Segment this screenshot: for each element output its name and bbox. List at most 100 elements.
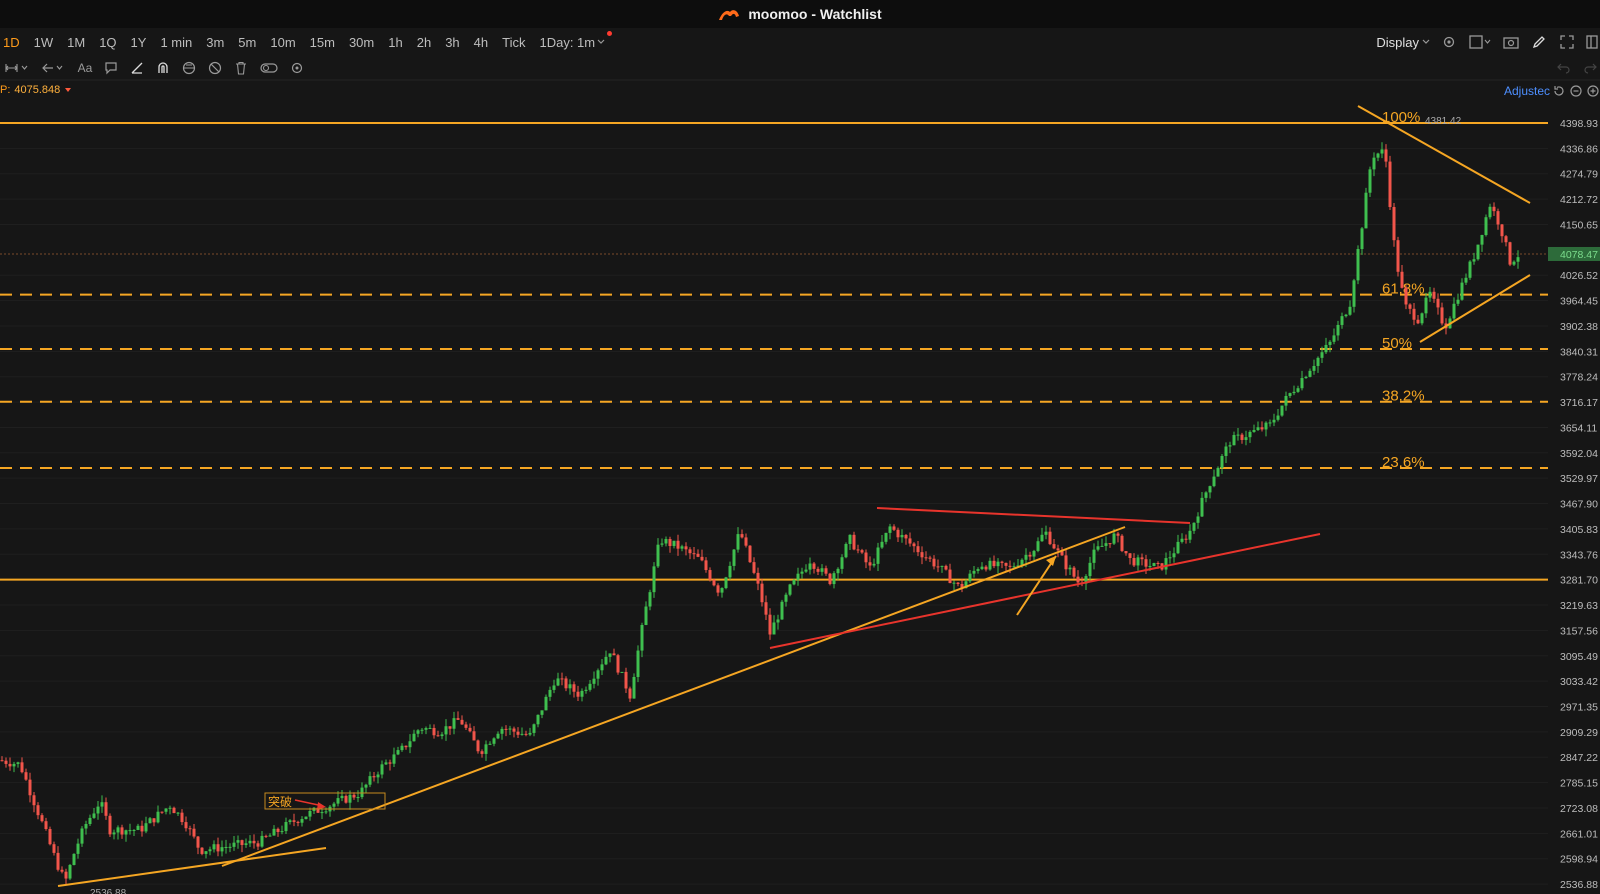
back-arrow-icon[interactable]	[40, 59, 68, 77]
candle-body	[96, 806, 100, 814]
zoom-controls	[1552, 84, 1600, 98]
candle-body	[116, 827, 120, 833]
tab-2h[interactable]: 2h	[410, 35, 438, 50]
candle-body	[1104, 543, 1108, 546]
candle-body	[432, 727, 436, 736]
text-tool-icon[interactable]: Aa	[76, 59, 94, 77]
candle-body	[932, 558, 936, 567]
candle-body	[1092, 549, 1096, 563]
tab-1min[interactable]: 1 min	[153, 35, 199, 50]
tab-1d[interactable]: 1D	[0, 35, 27, 50]
candle-body	[556, 678, 560, 686]
interval-dropdown[interactable]: 1Day: 1m	[532, 30, 613, 50]
candle-body	[860, 550, 864, 553]
candle-body	[632, 676, 636, 699]
redo-icon[interactable]	[1582, 59, 1600, 77]
pencil-icon[interactable]	[1530, 33, 1548, 51]
trash-icon[interactable]	[232, 59, 250, 77]
measure-icon[interactable]	[4, 59, 32, 77]
price-tick: 3281.70	[1560, 575, 1598, 587]
candle-body	[404, 745, 408, 748]
tab-1q[interactable]: 1Q	[92, 35, 123, 50]
candle-body	[20, 762, 24, 773]
tab-10m[interactable]: 10m	[263, 35, 302, 50]
candle-body	[168, 807, 172, 809]
lock-drawings-icon[interactable]	[180, 59, 198, 77]
candle-body	[1360, 228, 1364, 250]
candle-body	[872, 563, 876, 566]
zoom-in-icon[interactable]	[1586, 84, 1600, 98]
candle-body	[216, 844, 220, 852]
undo-icon[interactable]	[1554, 59, 1572, 77]
visibility-icon[interactable]	[258, 59, 280, 77]
side-panel-icon[interactable]	[1586, 33, 1598, 51]
chevron-down-icon	[597, 39, 605, 44]
candle-body	[624, 671, 628, 689]
candle-body	[92, 813, 96, 818]
candle-body	[1316, 357, 1320, 366]
price-tick: 2661.01	[1560, 828, 1598, 840]
tab-1m[interactable]: 1M	[60, 35, 92, 50]
tab-30m[interactable]: 30m	[342, 35, 381, 50]
tab-4h[interactable]: 4h	[467, 35, 495, 50]
drawing-settings-icon[interactable]	[288, 59, 306, 77]
price-tick: 3964.45	[1560, 296, 1598, 308]
tab-3m[interactable]: 3m	[199, 35, 231, 50]
hide-drawings-icon[interactable]	[206, 59, 224, 77]
layout-square-icon[interactable]	[1468, 33, 1492, 51]
tab-3h[interactable]: 3h	[438, 35, 466, 50]
horizontal-levels: 100% 61.8% 50% 38.2% 23.6%	[0, 109, 1548, 581]
tab-tick[interactable]: Tick	[495, 35, 532, 50]
notification-dot	[607, 30, 613, 36]
candle-body	[708, 570, 712, 580]
price-tick: 3529.97	[1560, 473, 1598, 485]
breakout-arrow	[1016, 555, 1057, 616]
candle-body	[120, 827, 124, 835]
fullscreen-icon[interactable]	[1558, 33, 1576, 51]
candle-body	[172, 807, 176, 814]
candle-body	[516, 731, 520, 735]
candle-body	[380, 764, 384, 775]
zoom-out-icon[interactable]	[1569, 84, 1583, 98]
display-button[interactable]: Display	[1376, 35, 1430, 50]
tab-5m[interactable]: 5m	[231, 35, 263, 50]
price-tick: 3902.38	[1560, 321, 1598, 333]
candle-body	[492, 738, 496, 744]
adjust-button[interactable]: Adjustec	[1504, 84, 1550, 98]
candle-body	[108, 815, 112, 835]
trendline-red-resistance	[876, 507, 1191, 524]
moomoo-logo-icon	[719, 10, 740, 20]
candle-body	[344, 795, 348, 803]
price-tick: 3405.83	[1560, 524, 1598, 536]
settings-gear-icon[interactable]	[1440, 33, 1458, 51]
candle-body	[1000, 561, 1004, 563]
candle-body	[248, 840, 252, 844]
candle-body	[236, 840, 240, 843]
candle-body	[160, 811, 164, 813]
candle-body	[1268, 422, 1272, 424]
trendline-icon[interactable]	[128, 59, 146, 77]
tab-1w[interactable]: 1W	[27, 35, 61, 50]
candle-body	[1164, 558, 1168, 570]
tab-15m[interactable]: 15m	[303, 35, 342, 50]
candle-body	[88, 817, 92, 825]
candle-body	[412, 733, 416, 742]
candlestick-chart[interactable]: 100%61.8%50%38.2%23.6% 突破4381.422536.88 …	[0, 0, 1600, 894]
candle-body	[460, 719, 464, 725]
annotation-box	[264, 792, 386, 810]
candle-body	[1468, 261, 1472, 278]
fib-label: 100%	[1382, 109, 1420, 126]
comment-icon[interactable]	[102, 59, 120, 77]
tab-1y[interactable]: 1Y	[124, 35, 154, 50]
candle-body	[376, 774, 380, 778]
candle-body	[180, 812, 184, 823]
camera-icon[interactable]	[1502, 33, 1520, 51]
candle-body	[604, 656, 608, 665]
candle-body	[1440, 307, 1444, 324]
reset-icon[interactable]	[1552, 84, 1566, 98]
tab-1h[interactable]: 1h	[381, 35, 409, 50]
candle-body	[1120, 535, 1124, 552]
magnet-icon[interactable]	[154, 59, 172, 77]
caret-down-icon[interactable]	[64, 87, 72, 93]
candle-body	[1344, 314, 1348, 317]
